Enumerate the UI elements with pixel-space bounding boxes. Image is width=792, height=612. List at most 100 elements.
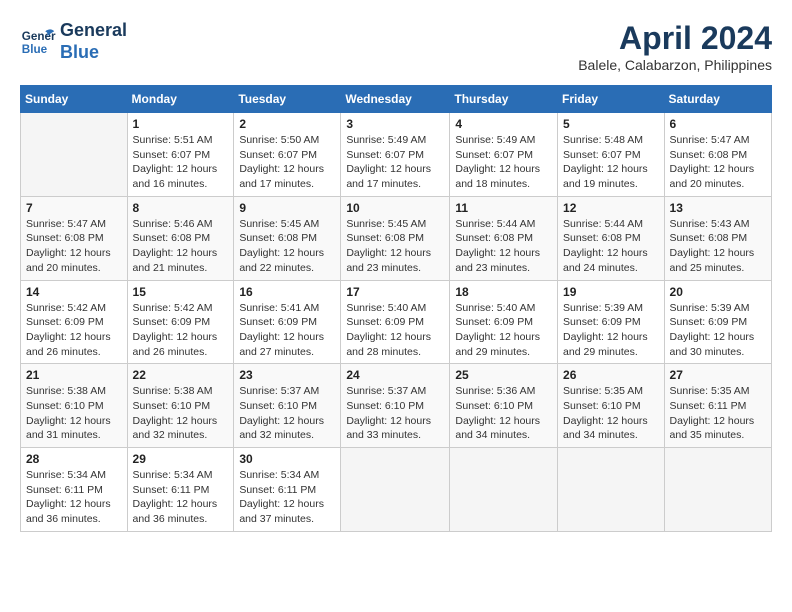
weekday-header-cell: Sunday	[21, 86, 128, 113]
day-number: 14	[26, 285, 122, 299]
day-number: 20	[670, 285, 766, 299]
weekday-header-cell: Thursday	[450, 86, 558, 113]
day-info: Sunrise: 5:37 AMSunset: 6:10 PMDaylight:…	[239, 385, 324, 441]
calendar-week-row: 28 Sunrise: 5:34 AMSunset: 6:11 PMDaylig…	[21, 448, 772, 532]
day-number: 30	[239, 452, 335, 466]
weekday-header-cell: Wednesday	[341, 86, 450, 113]
calendar-day-cell: 24 Sunrise: 5:37 AMSunset: 6:10 PMDaylig…	[341, 364, 450, 448]
day-info: Sunrise: 5:49 AMSunset: 6:07 PMDaylight:…	[346, 134, 431, 190]
day-info: Sunrise: 5:34 AMSunset: 6:11 PMDaylight:…	[26, 469, 111, 525]
day-number: 10	[346, 201, 444, 215]
day-number: 6	[670, 117, 766, 131]
day-info: Sunrise: 5:49 AMSunset: 6:07 PMDaylight:…	[455, 134, 540, 190]
calendar-day-cell: 19 Sunrise: 5:39 AMSunset: 6:09 PMDaylig…	[558, 280, 665, 364]
location-subtitle: Balele, Calabarzon, Philippines	[578, 57, 772, 73]
day-info: Sunrise: 5:34 AMSunset: 6:11 PMDaylight:…	[133, 469, 218, 525]
day-info: Sunrise: 5:42 AMSunset: 6:09 PMDaylight:…	[133, 302, 218, 358]
day-info: Sunrise: 5:38 AMSunset: 6:10 PMDaylight:…	[26, 385, 111, 441]
day-number: 21	[26, 368, 122, 382]
calendar-day-cell: 30 Sunrise: 5:34 AMSunset: 6:11 PMDaylig…	[234, 448, 341, 532]
calendar-day-cell: 6 Sunrise: 5:47 AMSunset: 6:08 PMDayligh…	[664, 113, 771, 197]
calendar-day-cell: 4 Sunrise: 5:49 AMSunset: 6:07 PMDayligh…	[450, 113, 558, 197]
day-info: Sunrise: 5:37 AMSunset: 6:10 PMDaylight:…	[346, 385, 431, 441]
calendar-day-cell: 1 Sunrise: 5:51 AMSunset: 6:07 PMDayligh…	[127, 113, 234, 197]
day-number: 26	[563, 368, 659, 382]
calendar-day-cell: 13 Sunrise: 5:43 AMSunset: 6:08 PMDaylig…	[664, 196, 771, 280]
calendar-day-cell: 16 Sunrise: 5:41 AMSunset: 6:09 PMDaylig…	[234, 280, 341, 364]
calendar-day-cell: 29 Sunrise: 5:34 AMSunset: 6:11 PMDaylig…	[127, 448, 234, 532]
day-info: Sunrise: 5:45 AMSunset: 6:08 PMDaylight:…	[239, 218, 324, 274]
day-number: 5	[563, 117, 659, 131]
calendar-day-cell: 27 Sunrise: 5:35 AMSunset: 6:11 PMDaylig…	[664, 364, 771, 448]
day-info: Sunrise: 5:36 AMSunset: 6:10 PMDaylight:…	[455, 385, 540, 441]
weekday-header-cell: Monday	[127, 86, 234, 113]
calendar-day-cell: 22 Sunrise: 5:38 AMSunset: 6:10 PMDaylig…	[127, 364, 234, 448]
calendar-week-row: 7 Sunrise: 5:47 AMSunset: 6:08 PMDayligh…	[21, 196, 772, 280]
day-number: 7	[26, 201, 122, 215]
calendar-header: SundayMondayTuesdayWednesdayThursdayFrid…	[21, 86, 772, 113]
day-number: 18	[455, 285, 552, 299]
calendar-day-cell: 18 Sunrise: 5:40 AMSunset: 6:09 PMDaylig…	[450, 280, 558, 364]
calendar-day-cell: 2 Sunrise: 5:50 AMSunset: 6:07 PMDayligh…	[234, 113, 341, 197]
day-info: Sunrise: 5:34 AMSunset: 6:11 PMDaylight:…	[239, 469, 324, 525]
calendar-day-cell: 21 Sunrise: 5:38 AMSunset: 6:10 PMDaylig…	[21, 364, 128, 448]
logo: General Blue General Blue	[20, 20, 127, 63]
day-number: 16	[239, 285, 335, 299]
svg-text:Blue: Blue	[22, 42, 48, 55]
day-info: Sunrise: 5:45 AMSunset: 6:08 PMDaylight:…	[346, 218, 431, 274]
calendar-table: SundayMondayTuesdayWednesdayThursdayFrid…	[20, 85, 772, 532]
day-info: Sunrise: 5:42 AMSunset: 6:09 PMDaylight:…	[26, 302, 111, 358]
day-info: Sunrise: 5:35 AMSunset: 6:10 PMDaylight:…	[563, 385, 648, 441]
day-number: 25	[455, 368, 552, 382]
calendar-body: 1 Sunrise: 5:51 AMSunset: 6:07 PMDayligh…	[21, 113, 772, 532]
calendar-day-cell: 9 Sunrise: 5:45 AMSunset: 6:08 PMDayligh…	[234, 196, 341, 280]
day-number: 9	[239, 201, 335, 215]
day-info: Sunrise: 5:46 AMSunset: 6:08 PMDaylight:…	[133, 218, 218, 274]
day-number: 22	[133, 368, 229, 382]
day-number: 19	[563, 285, 659, 299]
calendar-day-cell: 26 Sunrise: 5:35 AMSunset: 6:10 PMDaylig…	[558, 364, 665, 448]
day-info: Sunrise: 5:41 AMSunset: 6:09 PMDaylight:…	[239, 302, 324, 358]
calendar-day-cell: 10 Sunrise: 5:45 AMSunset: 6:08 PMDaylig…	[341, 196, 450, 280]
title-block: April 2024 Balele, Calabarzon, Philippin…	[578, 20, 772, 73]
calendar-day-cell: 7 Sunrise: 5:47 AMSunset: 6:08 PMDayligh…	[21, 196, 128, 280]
day-number: 24	[346, 368, 444, 382]
month-year-title: April 2024	[578, 20, 772, 57]
calendar-day-cell	[21, 113, 128, 197]
calendar-week-row: 14 Sunrise: 5:42 AMSunset: 6:09 PMDaylig…	[21, 280, 772, 364]
day-number: 23	[239, 368, 335, 382]
day-number: 4	[455, 117, 552, 131]
day-info: Sunrise: 5:35 AMSunset: 6:11 PMDaylight:…	[670, 385, 755, 441]
day-info: Sunrise: 5:51 AMSunset: 6:07 PMDaylight:…	[133, 134, 218, 190]
calendar-day-cell: 5 Sunrise: 5:48 AMSunset: 6:07 PMDayligh…	[558, 113, 665, 197]
day-info: Sunrise: 5:39 AMSunset: 6:09 PMDaylight:…	[563, 302, 648, 358]
logo-icon: General Blue	[20, 24, 56, 60]
day-info: Sunrise: 5:43 AMSunset: 6:08 PMDaylight:…	[670, 218, 755, 274]
day-number: 8	[133, 201, 229, 215]
day-number: 12	[563, 201, 659, 215]
calendar-day-cell: 25 Sunrise: 5:36 AMSunset: 6:10 PMDaylig…	[450, 364, 558, 448]
logo-text-line2: Blue	[60, 42, 127, 64]
day-info: Sunrise: 5:44 AMSunset: 6:08 PMDaylight:…	[563, 218, 648, 274]
calendar-day-cell: 20 Sunrise: 5:39 AMSunset: 6:09 PMDaylig…	[664, 280, 771, 364]
calendar-day-cell	[341, 448, 450, 532]
weekday-header-cell: Saturday	[664, 86, 771, 113]
day-info: Sunrise: 5:47 AMSunset: 6:08 PMDaylight:…	[26, 218, 111, 274]
calendar-day-cell: 3 Sunrise: 5:49 AMSunset: 6:07 PMDayligh…	[341, 113, 450, 197]
day-info: Sunrise: 5:39 AMSunset: 6:09 PMDaylight:…	[670, 302, 755, 358]
calendar-week-row: 1 Sunrise: 5:51 AMSunset: 6:07 PMDayligh…	[21, 113, 772, 197]
calendar-day-cell: 8 Sunrise: 5:46 AMSunset: 6:08 PMDayligh…	[127, 196, 234, 280]
day-number: 29	[133, 452, 229, 466]
day-number: 1	[133, 117, 229, 131]
calendar-day-cell: 11 Sunrise: 5:44 AMSunset: 6:08 PMDaylig…	[450, 196, 558, 280]
day-info: Sunrise: 5:48 AMSunset: 6:07 PMDaylight:…	[563, 134, 648, 190]
day-info: Sunrise: 5:40 AMSunset: 6:09 PMDaylight:…	[455, 302, 540, 358]
weekday-header-row: SundayMondayTuesdayWednesdayThursdayFrid…	[21, 86, 772, 113]
weekday-header-cell: Friday	[558, 86, 665, 113]
day-number: 28	[26, 452, 122, 466]
weekday-header-cell: Tuesday	[234, 86, 341, 113]
day-number: 13	[670, 201, 766, 215]
calendar-day-cell: 15 Sunrise: 5:42 AMSunset: 6:09 PMDaylig…	[127, 280, 234, 364]
logo-text-line1: General	[60, 20, 127, 42]
calendar-day-cell: 17 Sunrise: 5:40 AMSunset: 6:09 PMDaylig…	[341, 280, 450, 364]
